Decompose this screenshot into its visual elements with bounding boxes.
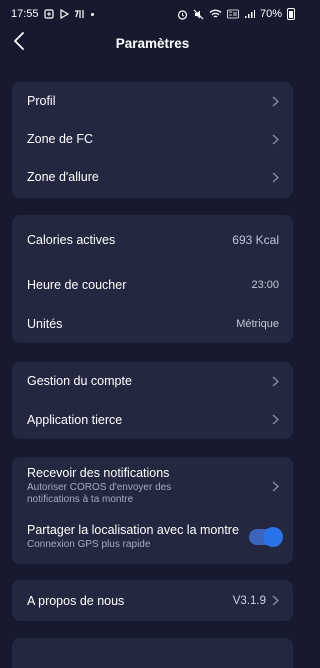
wifi-icon <box>209 9 222 19</box>
hr-zone-label: Zone de FC <box>27 132 94 146</box>
status-time: 17:55 <box>11 8 39 20</box>
header: Paramètres <box>0 28 305 58</box>
active-calories-label: Calories actives <box>27 233 116 247</box>
coros-notification-icon <box>74 9 86 19</box>
third-party-app-row[interactable]: Application tierce <box>12 400 293 439</box>
mute-icon <box>193 9 204 20</box>
more-notifications-dot <box>90 12 94 16</box>
units-label: Unités <box>27 317 63 331</box>
units-row[interactable]: Unités Métrique <box>12 305 293 343</box>
status-right: 70% <box>177 8 295 20</box>
share-location-toggle[interactable] <box>249 527 283 547</box>
battery-icon <box>287 8 295 20</box>
share-location-subtitle: Connexion GPS plus rapide <box>27 539 151 550</box>
back-button[interactable] <box>6 30 32 56</box>
pace-zone-row[interactable]: Zone d'allure <box>12 158 293 196</box>
chevron-right-icon <box>272 133 279 145</box>
about-card: A propos de nous V3.1.9 <box>12 580 293 621</box>
notifications-card: Recevoir des notifications Autoriser COR… <box>12 457 293 564</box>
chevron-right-icon <box>272 171 279 183</box>
chevron-right-icon <box>272 480 279 492</box>
app-notification-icon <box>43 9 54 19</box>
toggle-knob <box>263 527 283 547</box>
notifications-title: Recevoir des notifications <box>27 466 170 480</box>
pace-zone-label: Zone d'allure <box>27 170 99 184</box>
play-icon <box>59 9 69 19</box>
chevron-right-icon <box>272 414 279 425</box>
active-calories-value: 693 Kcal <box>232 233 279 247</box>
next-card-partial <box>12 638 293 668</box>
share-location-row: Partager la localisation avec la montre … <box>12 515 293 559</box>
account-card: Gestion du compte Application tierce <box>12 362 293 439</box>
profile-row[interactable]: Profil <box>12 82 293 120</box>
about-row[interactable]: A propos de nous V3.1.9 <box>12 580 293 621</box>
account-management-label: Gestion du compte <box>27 374 132 388</box>
notifications-row[interactable]: Recevoir des notifications Autoriser COR… <box>12 457 293 515</box>
status-left: 17:55 <box>11 8 94 20</box>
status-bar: 17:55 70% <box>0 0 305 28</box>
version-value: V3.1.9 <box>232 594 266 607</box>
bedtime-label: Heure de coucher <box>27 278 127 292</box>
chevron-right-icon <box>272 95 279 107</box>
goals-units-card: Calories actives 693 Kcal Heure de couch… <box>12 215 293 343</box>
volte-icon <box>227 9 239 19</box>
bedtime-value: 23:00 <box>251 279 279 291</box>
account-management-row[interactable]: Gestion du compte <box>12 362 293 400</box>
page-title: Paramètres <box>115 35 190 51</box>
active-calories-row[interactable]: Calories actives 693 Kcal <box>12 215 293 265</box>
about-right: V3.1.9 <box>233 595 279 607</box>
notifications-subtitle: Autoriser COROS d'envoyer des notificati… <box>27 482 172 505</box>
alarm-icon <box>177 9 188 20</box>
chevron-right-icon <box>272 595 279 606</box>
hr-zone-row[interactable]: Zone de FC <box>12 120 293 158</box>
profile-settings-card: Profil Zone de FC Zone d'allure <box>12 82 293 198</box>
share-location-texts: Partager la localisation avec la montre … <box>27 523 239 551</box>
signal-icon <box>244 9 255 19</box>
units-value: Métrique <box>236 318 279 330</box>
profile-label: Profil <box>27 94 56 108</box>
share-location-title: Partager la localisation avec la montre <box>27 523 239 537</box>
notifications-texts: Recevoir des notifications Autoriser COR… <box>27 466 197 506</box>
third-party-app-label: Application tierce <box>27 412 123 427</box>
battery-percent: 70% <box>259 8 282 20</box>
chevron-right-icon <box>272 375 279 387</box>
back-arrow-icon <box>13 31 25 55</box>
bedtime-row[interactable]: Heure de coucher 23:00 <box>12 265 293 305</box>
about-label: A propos de nous <box>27 593 125 608</box>
